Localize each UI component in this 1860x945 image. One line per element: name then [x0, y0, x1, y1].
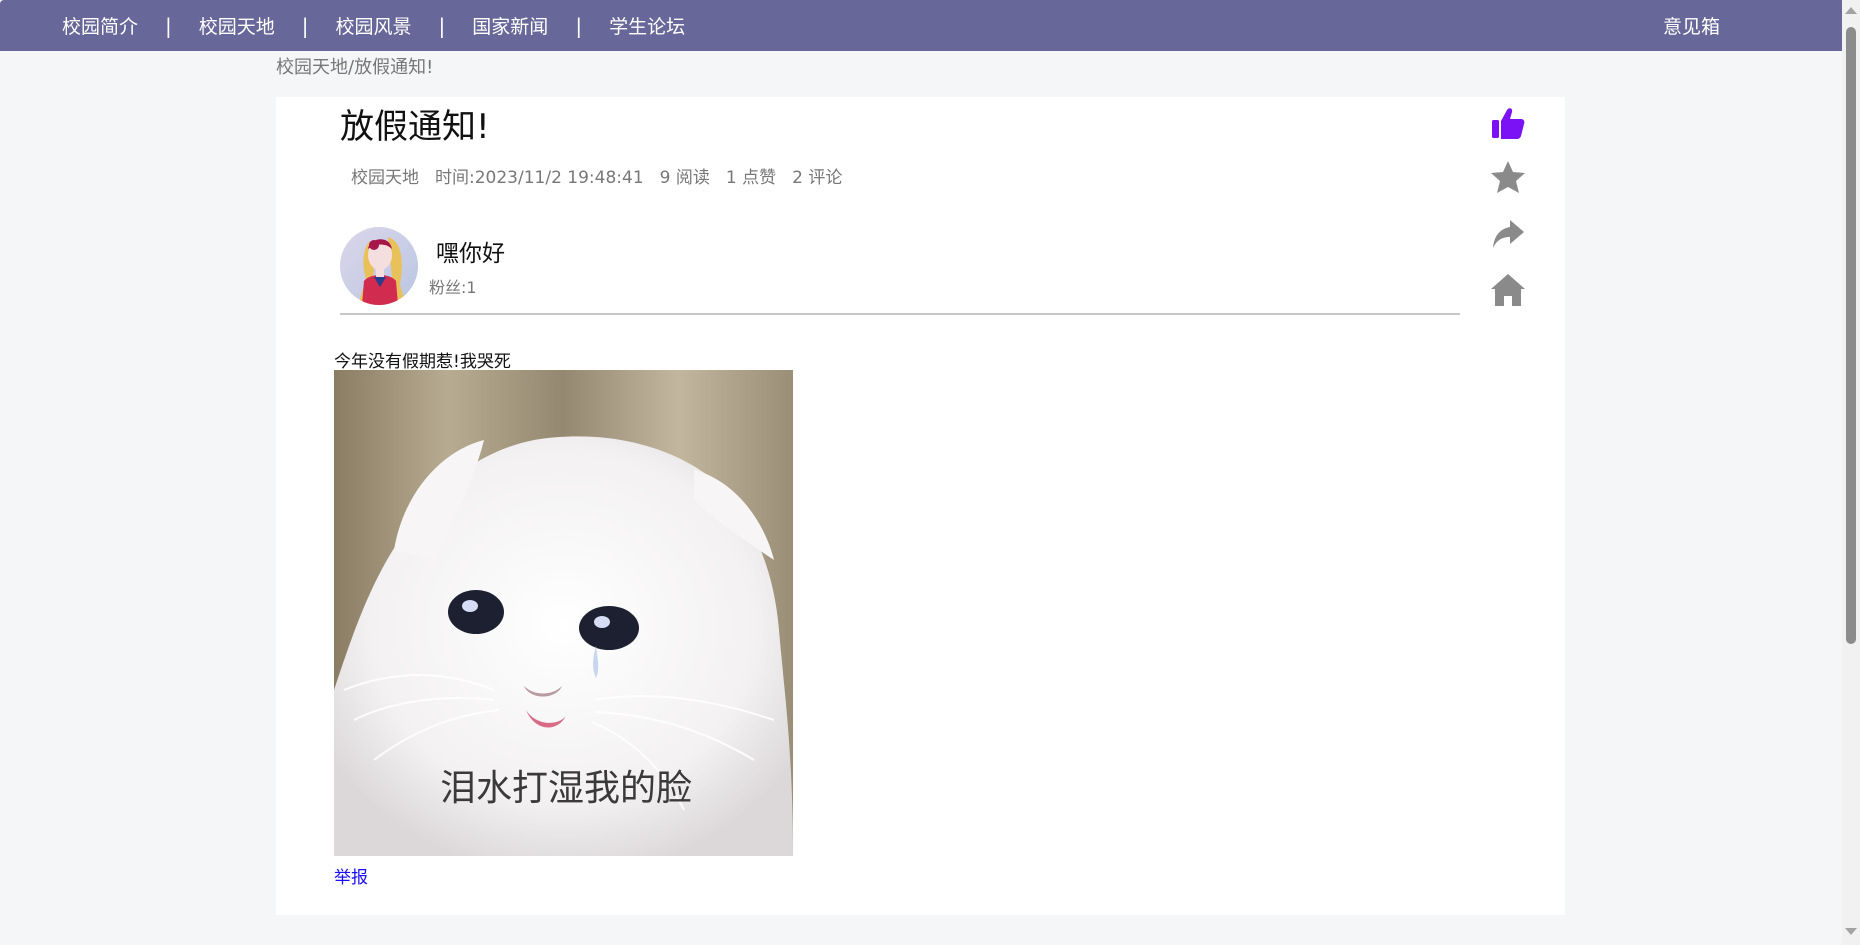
fans-count: 粉丝:1: [429, 278, 477, 297]
star-icon[interactable]: [1488, 158, 1528, 198]
read-count: 9 阅读: [659, 168, 710, 188]
scroll-thumb[interactable]: [1846, 27, 1856, 644]
post-time: 时间:2023/11/2 19:48:41: [435, 168, 644, 188]
post-title: 放假通知!: [340, 107, 490, 147]
author-info: 嘿你好 粉丝:1: [340, 227, 1460, 315]
nav-separator: |: [438, 13, 446, 38]
nav-separator: |: [165, 13, 172, 38]
breadcrumb: 校园天地/放假通知!: [276, 57, 434, 78]
nav-item-feedback-box[interactable]: 意见箱: [1663, 0, 1720, 51]
crying-cat-image: 泪水打湿我的脸: [334, 370, 793, 856]
nav-item-campus-scenery[interactable]: 校园风景: [336, 12, 412, 39]
avatar[interactable]: [340, 227, 418, 305]
post-meta: 校园天地 时间:2023/11/2 19:48:41 9 阅读 1 点赞 2 评…: [351, 163, 842, 188]
report-link[interactable]: 举报: [334, 863, 368, 888]
vertical-scrollbar[interactable]: [1842, 0, 1860, 945]
nav-item-student-forum[interactable]: 学生论坛: [609, 12, 685, 39]
post-content: 今年没有假期惹!我哭死: [334, 352, 511, 372]
post-card: 放假通知! 校园天地 时间:2023/11/2 19:48:41 9 阅读 1 …: [276, 97, 1565, 915]
page: 校园简介 | 校园天地 | 校园风景 | 国家新闻 | 学生论坛 意见箱 校园天…: [0, 0, 1860, 945]
nav-links: 校园简介 | 校园天地 | 校园风景 | 国家新闻 | 学生论坛: [62, 0, 685, 51]
nav-separator: |: [301, 13, 309, 38]
comment-count: 2 评论: [792, 168, 843, 188]
share-icon[interactable]: [1488, 214, 1528, 254]
nav-item-national-news[interactable]: 国家新闻: [472, 12, 548, 39]
scroll-up-arrow-icon[interactable]: [1845, 7, 1857, 14]
home-icon[interactable]: [1488, 270, 1528, 310]
image-caption: 泪水打湿我的脸: [440, 768, 692, 809]
top-nav: 校园简介 | 校园天地 | 校园风景 | 国家新闻 | 学生论坛 意见箱: [0, 0, 1842, 51]
like-count: 1 点赞: [725, 168, 777, 188]
post-category[interactable]: 校园天地: [351, 163, 419, 188]
thumbs-up-icon[interactable]: [1488, 104, 1528, 144]
scroll-down-arrow-icon[interactable]: [1845, 928, 1857, 935]
nav-separator: |: [575, 13, 583, 38]
nav-item-campus-intro[interactable]: 校园简介: [62, 12, 138, 39]
nav-item-campus-world[interactable]: 校园天地: [199, 12, 275, 39]
author-name[interactable]: 嘿你好: [436, 234, 505, 268]
